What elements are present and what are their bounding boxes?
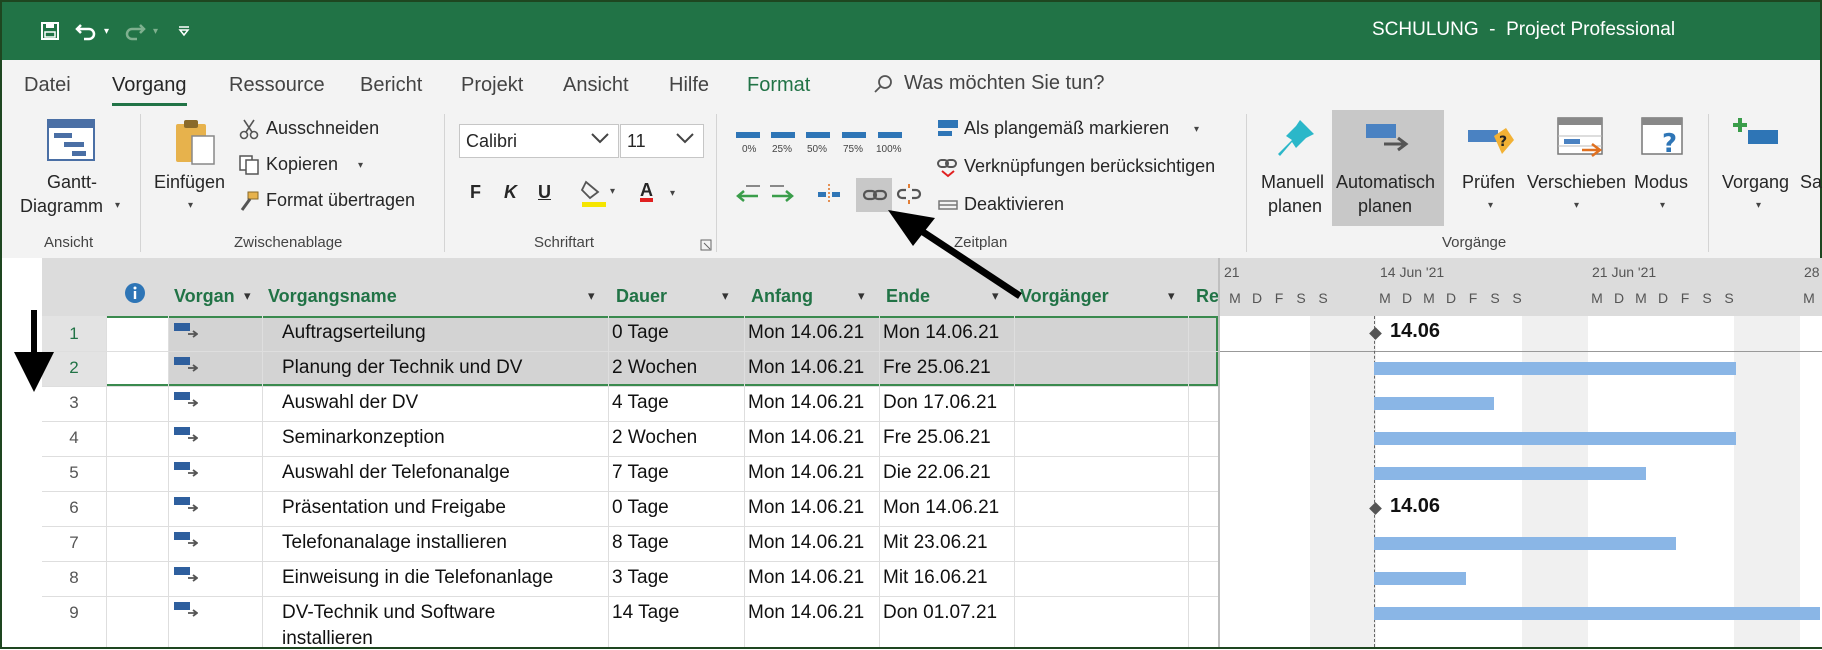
arrow-to-link-icon [888, 210, 1022, 299]
annotation-arrows [14, 210, 1022, 392]
arrow-to-rows [14, 310, 54, 392]
